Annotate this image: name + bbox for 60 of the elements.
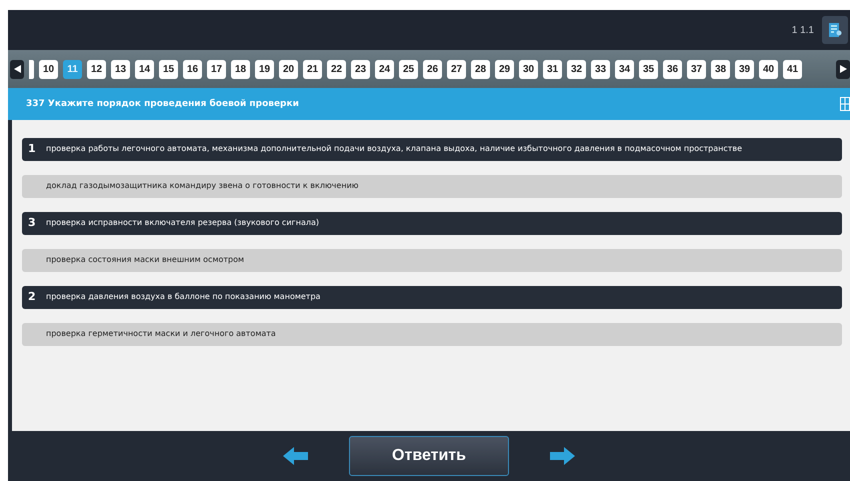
right-triangle-icon (840, 65, 846, 73)
answer-text: проверка состояния маски внешним осмотром (46, 255, 244, 266)
answer-text: проверка исправности включателя резерва (звукового сигнала) (46, 218, 320, 229)
page-button[interactable]: 25 (399, 60, 418, 78)
page-button[interactable]: 10 (39, 60, 58, 78)
page-button[interactable]: 12 (87, 60, 106, 78)
page-button[interactable]: 41 (783, 60, 802, 78)
page-button[interactable]: 23 (351, 60, 370, 78)
page-button[interactable]: 15 (159, 60, 178, 78)
page-button[interactable]: 32 (567, 60, 586, 78)
page-button[interactable]: 29 (495, 60, 514, 78)
page-button[interactable]: 22 (327, 60, 346, 78)
page-button[interactable]: 21 (303, 60, 322, 78)
page-button[interactable]: 40 (759, 60, 778, 78)
next-button[interactable] (549, 447, 575, 465)
version-label: 1 1.1 (792, 24, 814, 36)
page-button[interactable]: 18 (231, 60, 250, 78)
page-button[interactable]: 26 (423, 60, 442, 78)
previous-button[interactable] (283, 447, 309, 465)
page-button[interactable]: 38 (711, 60, 730, 78)
page-button[interactable]: 14 (135, 60, 154, 78)
order-number: 3 (28, 216, 36, 229)
left-triangle-icon (14, 65, 20, 73)
page-button[interactable]: 34 (615, 60, 634, 78)
answer-text: проверка герметичности маски и легочного автомата (46, 329, 276, 340)
page-button[interactable]: 30 (519, 60, 538, 78)
answer-option[interactable]: 1 проверка работы легочного автомата, механизма дополнительной подачи воздуха, клапана выдоха, наличие избыточного давления в подмасочном пространстве (22, 138, 842, 161)
page-button[interactable]: 39 (735, 60, 754, 78)
answer-option[interactable]: доклад газодымозащитника командиру звена о готовности к включению (22, 175, 842, 198)
next-page-button[interactable] (836, 60, 850, 78)
left-arrow-icon (283, 447, 309, 465)
answer-option[interactable]: 3 проверка исправности включателя резерва (звукового сигнала) (22, 212, 842, 235)
order-number: 2 (28, 290, 36, 303)
page-button[interactable]: 28 (471, 60, 490, 78)
page-button[interactable]: 35 (639, 60, 658, 78)
page-button[interactable]: 16 (183, 60, 202, 78)
answer-text: проверка давления воздуха в баллоне по показанию манометра (46, 292, 320, 303)
page-button[interactable]: 27 (447, 60, 466, 78)
page-button[interactable]: 13 (111, 60, 130, 78)
answer-option[interactable]: 2 проверка давления воздуха в баллоне по показанию манометра (22, 286, 842, 309)
profile-button[interactable] (822, 16, 848, 44)
question-title: 337 Укажите порядок проведения боевой проверки (26, 99, 299, 109)
page-button[interactable]: 19 (255, 60, 274, 78)
page-button[interactable]: 24 (375, 60, 394, 78)
page-button[interactable]: 31 (543, 60, 562, 78)
previous-page-button[interactable] (10, 60, 24, 78)
right-arrow-icon (549, 447, 575, 465)
page-button[interactable]: 33 (591, 60, 610, 78)
answer-option[interactable]: проверка состояния маски внешним осмотром (22, 249, 842, 272)
page-button[interactable]: 37 (687, 60, 706, 78)
page-button[interactable] (29, 60, 34, 78)
document-person-icon (828, 22, 842, 38)
answer-text: доклад газодымозащитника командиру звена о готовности к включению (46, 181, 358, 192)
page-button[interactable]: 17 (207, 60, 226, 78)
page-button[interactable]: 20 (279, 60, 298, 78)
order-number: 1 (28, 142, 36, 155)
answer-option[interactable]: проверка герметичности маски и легочного автомата (22, 323, 842, 346)
submit-button[interactable]: Ответить (349, 436, 509, 476)
answer-text: проверка работы легочного автомата, механизма дополнительной подачи воздуха, клапана выдоха, наличие избыточного давления в подмасочном пространстве (46, 144, 742, 155)
page-button[interactable]: 36 (663, 60, 682, 78)
